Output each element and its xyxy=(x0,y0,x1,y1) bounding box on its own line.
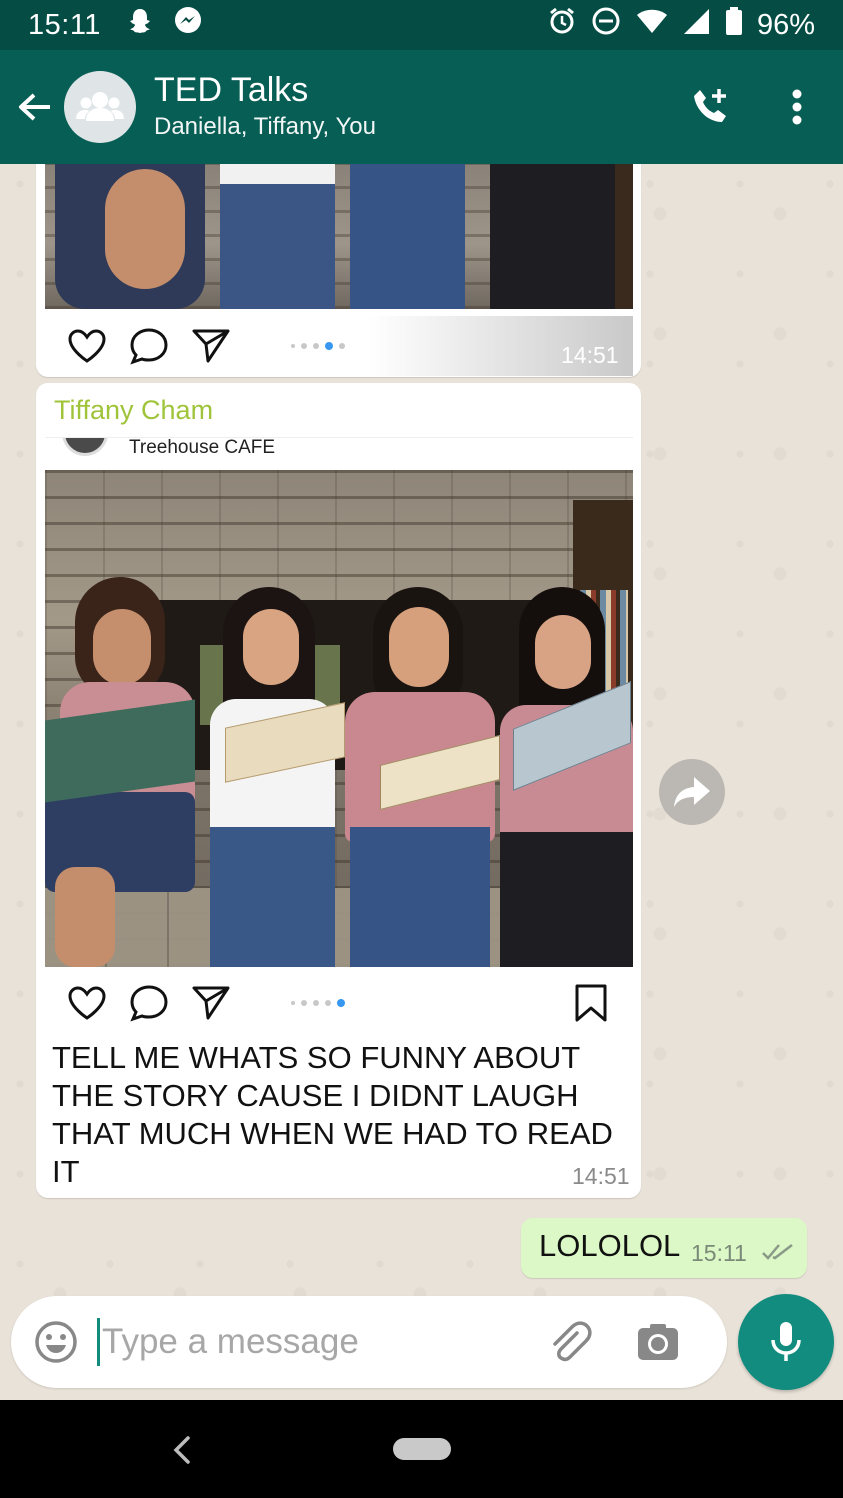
message-text: LOLOLOL xyxy=(539,1228,681,1263)
status-time: 15:11 xyxy=(28,8,101,41)
alarm-icon xyxy=(547,6,577,44)
sender-name: Tiffany Cham xyxy=(54,395,214,425)
add-call-button[interactable] xyxy=(681,77,741,137)
double-check-icon xyxy=(762,1244,793,1260)
snapchat-icon xyxy=(125,6,155,44)
message-bubble-first[interactable]: 14:51 xyxy=(36,164,641,377)
nav-back-icon[interactable] xyxy=(166,1430,200,1470)
back-button[interactable] xyxy=(6,77,64,137)
group-icon xyxy=(76,92,124,121)
paperclip-icon xyxy=(553,1321,592,1362)
post-action-bar xyxy=(45,316,633,376)
arrow-back-icon xyxy=(19,93,50,121)
do-not-disturb-icon xyxy=(591,6,621,44)
message-time: 14:51 xyxy=(561,342,619,368)
bookmark-icon[interactable] xyxy=(573,983,609,1028)
battery-percent: 96% xyxy=(756,8,815,41)
shared-photo-partial[interactable] xyxy=(45,164,633,309)
emoji-button[interactable] xyxy=(31,1317,81,1367)
group-avatar[interactable] xyxy=(64,71,136,143)
more-vert-icon xyxy=(792,89,802,125)
message-bubble-tiffany[interactable]: Tiffany Cham Treehouse CAFE TELL ME WHAT… xyxy=(36,383,641,1198)
chat-title-area[interactable]: TED Talks Daniella, Tiffany, You xyxy=(154,70,376,144)
camera-icon xyxy=(638,1324,678,1360)
chat-area[interactable]: 14:51 Tiffany Cham Treehouse CAFE TELL M… xyxy=(0,164,843,1400)
attach-button[interactable] xyxy=(544,1316,596,1368)
heart-icon[interactable] xyxy=(65,981,109,1025)
chat-title: TED Talks xyxy=(154,71,309,109)
shared-photo[interactable] xyxy=(45,470,633,967)
avatar xyxy=(62,438,108,456)
chat-header: TED Talks Daniella, Tiffany, You xyxy=(0,50,843,164)
voice-message-button[interactable] xyxy=(738,1294,834,1390)
message-text: TELL ME WHATS SO FUNNY ABOUT THE STORY C… xyxy=(52,1040,613,1189)
message-input[interactable] xyxy=(102,1322,522,1362)
system-nav-bar xyxy=(0,1400,843,1498)
post-location: Treehouse CAFE xyxy=(129,437,276,458)
carousel-dots xyxy=(291,999,345,1007)
message-bubble-outgoing[interactable]: LOLOLOL 15:11 xyxy=(521,1218,807,1278)
comment-icon[interactable] xyxy=(127,981,171,1025)
wifi-icon xyxy=(635,6,669,44)
post-action-bar xyxy=(45,973,633,1033)
comment-icon[interactable] xyxy=(127,324,171,368)
camera-button[interactable] xyxy=(632,1316,684,1368)
emoji-icon xyxy=(35,1321,77,1363)
message-time: 15:11 xyxy=(691,1240,747,1266)
messenger-icon xyxy=(173,6,203,44)
status-bar: 15:11 96% xyxy=(0,0,843,50)
nav-home-pill[interactable] xyxy=(393,1438,451,1460)
phone-add-icon xyxy=(694,89,726,122)
forward-icon xyxy=(674,777,710,807)
battery-icon xyxy=(725,6,743,44)
more-options-button[interactable] xyxy=(767,77,827,137)
heart-icon[interactable] xyxy=(65,324,109,368)
message-composer xyxy=(11,1296,727,1388)
share-icon[interactable] xyxy=(189,981,233,1025)
forward-button[interactable] xyxy=(659,759,725,825)
share-icon[interactable] xyxy=(189,324,233,368)
microphone-icon xyxy=(771,1322,801,1361)
signal-icon xyxy=(683,6,711,44)
message-time: 14:51 xyxy=(572,1163,630,1189)
post-header: Treehouse CAFE xyxy=(45,437,633,471)
text-caret xyxy=(97,1318,100,1366)
chat-members: Daniella, Tiffany, You xyxy=(154,113,376,140)
carousel-dots xyxy=(291,342,345,350)
